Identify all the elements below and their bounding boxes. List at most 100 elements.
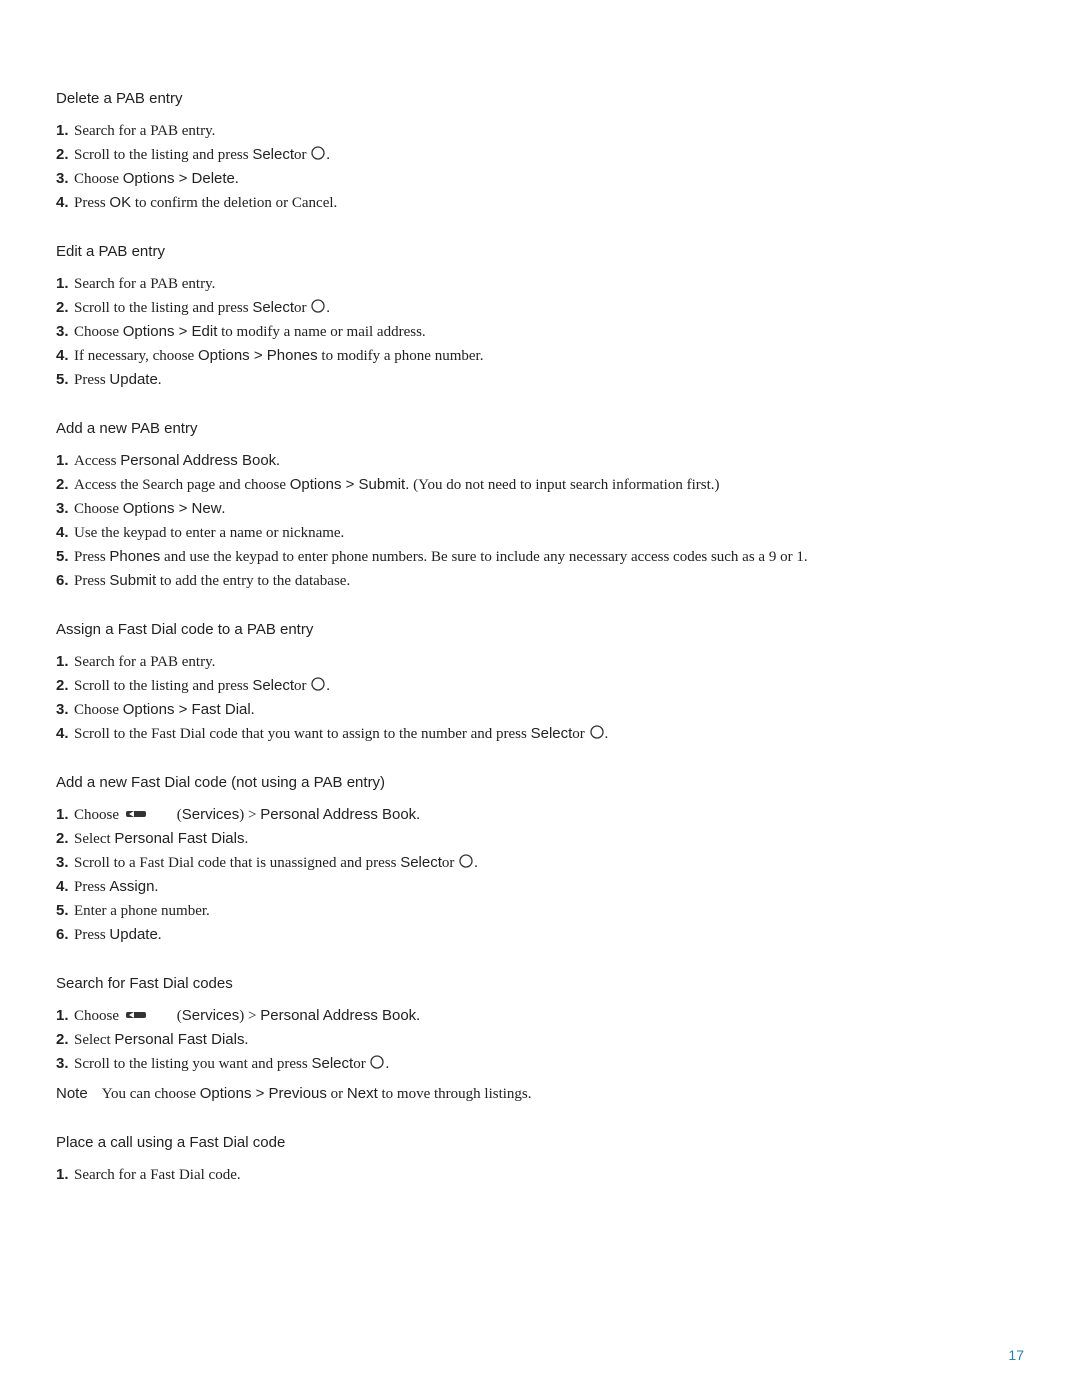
ui-term: Services <box>182 1007 240 1024</box>
step-text: Press <box>74 195 109 211</box>
heading-edit-pab: Edit a PAB entry <box>56 243 1024 260</box>
step-number: 2. <box>56 674 74 698</box>
step-number: 4. <box>56 191 74 215</box>
step-text: Scroll to a Fast Dial code that is unass… <box>74 855 400 871</box>
page-number: 17 <box>1008 1347 1024 1363</box>
step: 2.Select Personal Fast Dials. <box>56 1028 1024 1052</box>
step-text: to confirm the deletion or Cancel. <box>131 195 337 211</box>
step: 1.Search for a Fast Dial code. <box>56 1163 1024 1187</box>
step: 2.Scroll to the listing and press Select… <box>56 296 1024 320</box>
step-text: . <box>235 171 239 187</box>
step: 5.Press Phones and use the keypad to ent… <box>56 545 1024 569</box>
step-text: Search for a PAB entry. <box>74 276 215 292</box>
step-number: 4. <box>56 521 74 545</box>
step: 3.Choose Options > New. <box>56 497 1024 521</box>
ui-term: Phones <box>109 548 160 565</box>
ui-term: Personal Address Book <box>120 452 276 469</box>
step: 4.If necessary, choose Options > Phones … <box>56 344 1024 368</box>
ui-term: Options > Edit <box>123 323 218 340</box>
step: 1.Search for a PAB entry. <box>56 119 1024 143</box>
step-text: . <box>276 453 280 469</box>
selector-icon <box>310 145 326 161</box>
ui-term: Personal Fast Dials <box>114 830 244 847</box>
step-text: If necessary, choose <box>74 348 198 364</box>
step-text: to modify a phone number. <box>318 348 484 364</box>
step: 1.Choose (Services) > Personal Address B… <box>56 1004 1024 1028</box>
step-number: 2. <box>56 473 74 497</box>
ui-term: Options > Phones <box>198 347 318 364</box>
step-text: Press <box>74 927 109 943</box>
steps-add-fastdial: 1.Choose (Services) > Personal Address B… <box>56 803 1024 947</box>
step: 4.Use the keypad to enter a name or nick… <box>56 521 1024 545</box>
step-text: Choose <box>74 1008 123 1024</box>
step-text: Scroll to the listing and press <box>74 300 252 316</box>
ui-term: OK <box>109 194 131 211</box>
ui-term: Options > Submit. <box>290 476 410 493</box>
ui-term: Personal Address Book <box>260 806 416 823</box>
step-text: to modify a name or mail address. <box>217 324 425 340</box>
step-text: (You do not need to input search informa… <box>409 477 719 493</box>
note-label: Note <box>56 1085 88 1102</box>
step: 1.Choose (Services) > Personal Address B… <box>56 803 1024 827</box>
steps-edit-pab: 1.Search for a PAB entry. 2.Scroll to th… <box>56 272 1024 392</box>
step-number: 2. <box>56 143 74 167</box>
step-text: Enter a phone number. <box>74 903 210 919</box>
step: 3.Scroll to a Fast Dial code that is una… <box>56 851 1024 875</box>
services-nav-icon <box>125 806 147 822</box>
step-text: Press <box>74 549 109 565</box>
step: 1.Search for a PAB entry. <box>56 650 1024 674</box>
selector-icon <box>369 1054 385 1070</box>
step-number: 4. <box>56 875 74 899</box>
step-text: or <box>353 1056 369 1072</box>
ui-term: Select <box>252 299 294 316</box>
step-number: 1. <box>56 449 74 473</box>
ui-term: Options > Fast Dial <box>123 701 251 718</box>
ui-term: Select <box>531 725 573 742</box>
ui-term: Options > Previous <box>200 1085 327 1102</box>
step: 1.Search for a PAB entry. <box>56 272 1024 296</box>
step-number: 2. <box>56 1028 74 1052</box>
step-text: Scroll to the listing you want and press <box>74 1056 311 1072</box>
step: 1.Access Personal Address Book. <box>56 449 1024 473</box>
heading-delete-pab: Delete a PAB entry <box>56 90 1024 107</box>
step: 3.Choose Options > Edit to modify a name… <box>56 320 1024 344</box>
step-text: or <box>572 726 588 742</box>
step-text: > <box>244 1008 260 1024</box>
step: 5.Enter a phone number. <box>56 899 1024 923</box>
step-number: 1. <box>56 650 74 674</box>
ui-term: Update <box>109 371 157 388</box>
step-number: 2. <box>56 296 74 320</box>
note-text: to move through listings. <box>378 1086 532 1102</box>
step-text: . <box>385 1056 389 1072</box>
step-text: Use the keypad to enter a name or nickna… <box>74 525 344 541</box>
ui-term: Select <box>252 146 294 163</box>
steps-search-fastdial: 1.Choose (Services) > Personal Address B… <box>56 1004 1024 1076</box>
step-text: Choose <box>74 501 123 517</box>
step-text: Scroll to the Fast Dial code that you wa… <box>74 726 531 742</box>
step-text: . <box>326 300 330 316</box>
step-text: . <box>416 807 420 823</box>
step-number: 3. <box>56 1052 74 1076</box>
ui-term: Update <box>109 926 157 943</box>
step-text: or <box>294 678 310 694</box>
step-text: . <box>244 831 248 847</box>
step-text: Select <box>74 831 114 847</box>
step-text: or <box>294 147 310 163</box>
step: 4.Press Assign. <box>56 875 1024 899</box>
steps-delete-pab: 1.Search for a PAB entry. 2.Scroll to th… <box>56 119 1024 215</box>
step-text: . <box>474 855 478 871</box>
note-line: NoteYou can choose Options > Previous or… <box>56 1082 1024 1106</box>
selector-icon <box>458 853 474 869</box>
step: 3.Scroll to the listing you want and pre… <box>56 1052 1024 1076</box>
step-number: 3. <box>56 167 74 191</box>
step-text: . <box>326 147 330 163</box>
step-number: 2. <box>56 827 74 851</box>
ui-term: Personal Fast Dials <box>114 1031 244 1048</box>
step-text: > <box>244 807 260 823</box>
step-text: or <box>294 300 310 316</box>
step-number: 3. <box>56 320 74 344</box>
step-text: . <box>326 678 330 694</box>
ui-term: Assign <box>109 878 154 895</box>
document-page: Delete a PAB entry 1.Search for a PAB en… <box>0 0 1080 1397</box>
step-text: Search for a Fast Dial code. <box>74 1167 241 1183</box>
